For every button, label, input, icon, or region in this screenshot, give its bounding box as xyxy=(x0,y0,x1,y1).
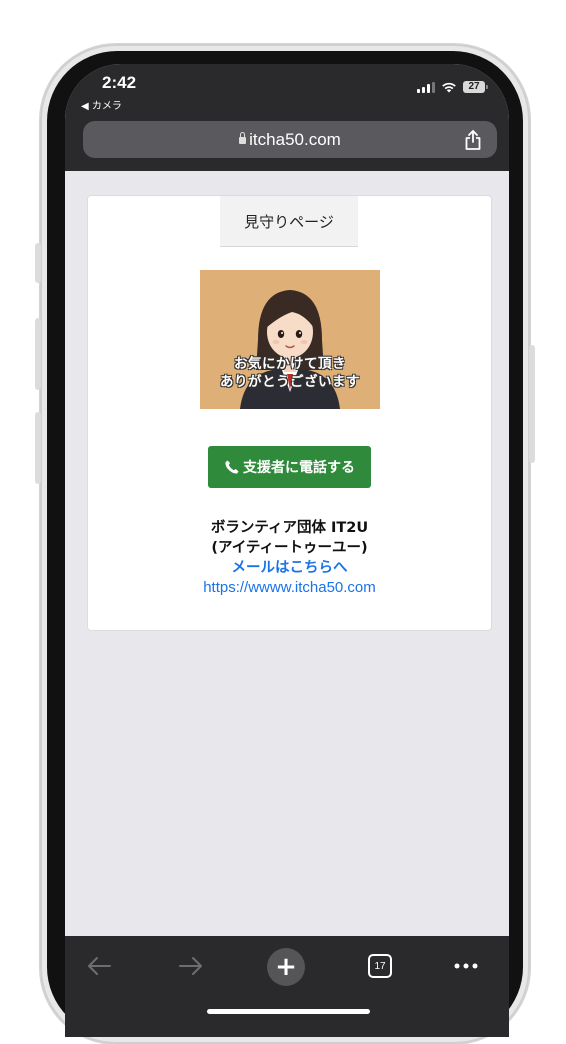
tabs-icon: 17 xyxy=(368,954,392,978)
back-to-app-link[interactable]: ◀ カメラ xyxy=(81,97,122,112)
tabs-button[interactable]: 17 xyxy=(362,948,398,984)
more-button[interactable] xyxy=(448,948,484,984)
lock-icon xyxy=(239,132,247,144)
image-caption-line-1: お気にかけて頂き xyxy=(234,356,346,372)
call-supporter-button[interactable]: 支援者に電話する xyxy=(208,446,371,488)
image-caption-line-2: ありがとうございます xyxy=(220,374,360,390)
power-button xyxy=(529,345,535,463)
phone-icon xyxy=(225,460,239,474)
forward-button[interactable] xyxy=(173,948,209,984)
content-card: 見守りページ お気にかけて頂き ありがとうございます 支援者に電話する ボランテ… xyxy=(87,195,492,631)
plus-icon: + xyxy=(267,948,305,986)
call-button-label: 支援者に電話する xyxy=(243,460,355,476)
screen: 2:42 ◀ カメラ 27 itcha50.com 見守りページ お気にかけて頂… xyxy=(65,64,509,1037)
back-button[interactable] xyxy=(81,948,117,984)
more-icon xyxy=(454,963,478,969)
url-text: itcha50.com xyxy=(249,130,341,149)
image-caption: お気にかけて頂き ありがとうございます xyxy=(200,355,380,391)
tab-mimamori-page[interactable]: 見守りページ xyxy=(220,196,358,247)
browser-bottom-toolbar: + 17 xyxy=(65,936,509,1037)
battery-icon: 27 xyxy=(463,81,488,93)
organization-info: ボランティア団体 IT2U (アイティートゥーユー) メールはこちらへ http… xyxy=(88,518,491,598)
silent-switch xyxy=(35,243,41,283)
status-time: 2:42 xyxy=(102,73,137,92)
forward-arrow-icon xyxy=(179,957,202,975)
status-icons: 27 xyxy=(417,81,488,93)
volume-up-button xyxy=(35,318,41,390)
org-reading: (アイティートゥーユー) xyxy=(211,540,368,556)
org-name: ボランティア団体 IT2U xyxy=(210,520,369,536)
back-arrow-icon xyxy=(88,957,111,975)
website-link[interactable]: https://wwww.itcha50.com xyxy=(88,578,491,598)
share-icon[interactable] xyxy=(463,129,483,151)
web-content: 見守りページ お気にかけて頂き ありがとうございます 支援者に電話する ボランテ… xyxy=(65,171,509,936)
volume-down-button xyxy=(35,412,41,484)
thank-you-image: お気にかけて頂き ありがとうございます xyxy=(200,270,380,409)
mail-link[interactable]: メールはこちらへ xyxy=(88,558,491,578)
new-tab-button[interactable]: + xyxy=(266,947,306,987)
wifi-icon xyxy=(442,82,456,93)
url-display: itcha50.com xyxy=(83,130,497,150)
cellular-signal-icon xyxy=(417,81,435,93)
browser-top-bar: 2:42 ◀ カメラ 27 itcha50.com xyxy=(65,64,509,171)
home-indicator[interactable] xyxy=(207,1009,370,1014)
address-bar[interactable]: itcha50.com xyxy=(83,121,497,158)
